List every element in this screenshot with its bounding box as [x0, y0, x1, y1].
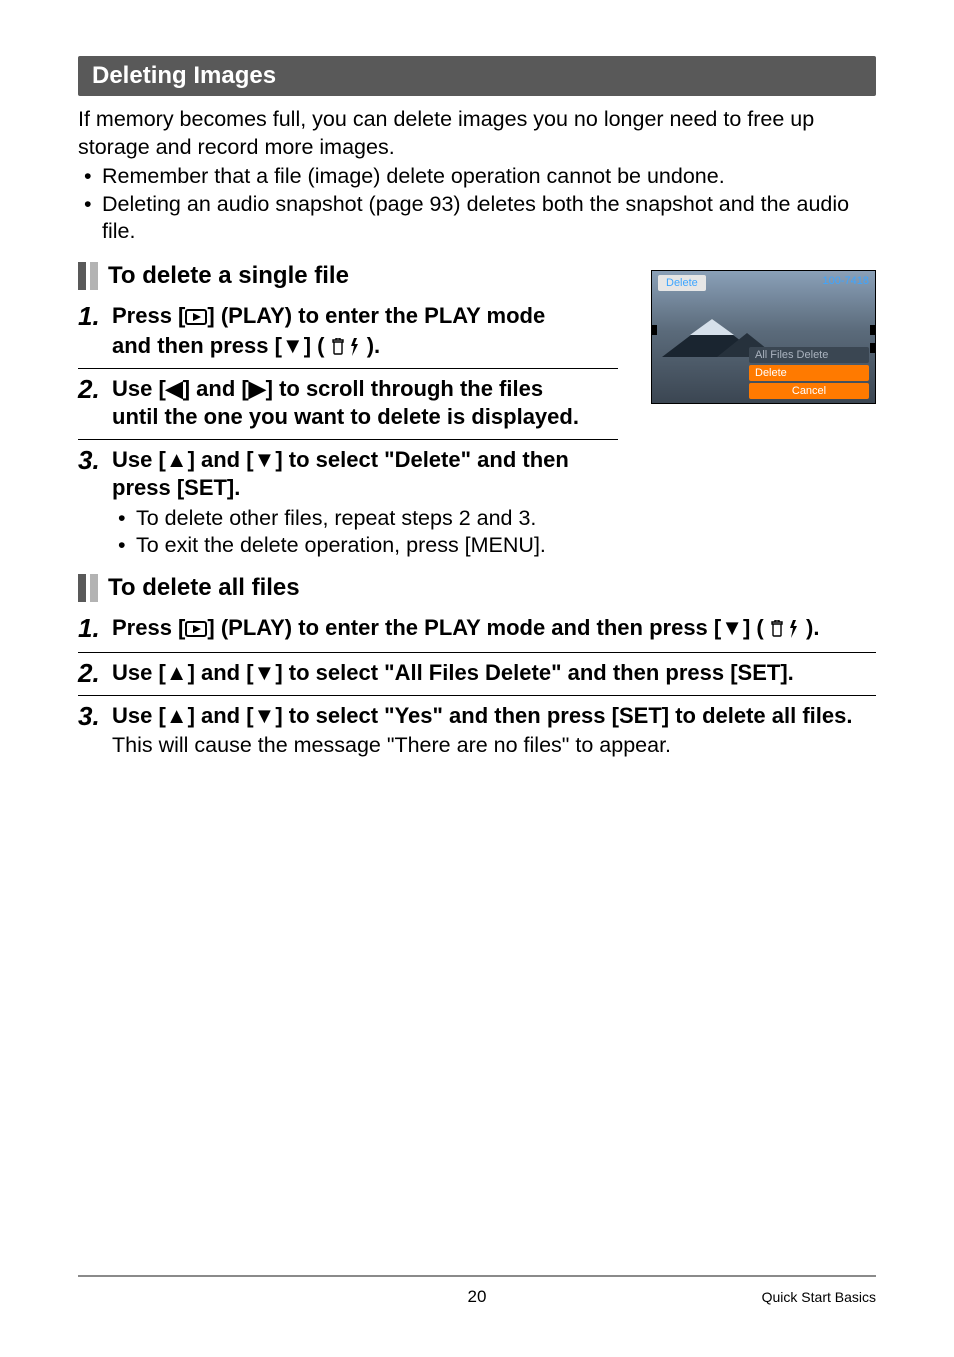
- step-number: 3.: [78, 702, 112, 760]
- divider: [78, 439, 618, 440]
- subheading-marker-icon: [78, 262, 98, 290]
- divider: [78, 695, 876, 696]
- step-1: 1. Press [] (PLAY) to enter the PLAY mod…: [78, 614, 876, 644]
- subheading-text: To delete all files: [108, 574, 300, 602]
- footer-divider: [78, 1275, 876, 1277]
- subheading-text: To delete a single file: [108, 262, 349, 290]
- divider: [78, 652, 876, 653]
- page-number: 20: [344, 1287, 610, 1307]
- step-number: 1.: [78, 302, 112, 360]
- step-number: 2.: [78, 659, 112, 688]
- subheading-marker-icon: [78, 574, 98, 602]
- menu-item-all-files-delete: All Files Delete: [749, 347, 869, 363]
- trash-flash-icon: [770, 620, 800, 638]
- step-text: Use [▲] and [▼] to select "All Files Del…: [112, 659, 876, 687]
- nav-right-icon: [870, 325, 876, 335]
- subheading-all-files: To delete all files: [78, 574, 876, 602]
- screenshot-file-id: 100-7418: [823, 275, 870, 287]
- play-button-icon: [185, 616, 207, 644]
- step-number: 1.: [78, 614, 112, 644]
- divider: [78, 368, 618, 369]
- menu-item-cancel: Cancel: [749, 383, 869, 399]
- nav-right-icon: [870, 343, 876, 353]
- nav-left-icon: [651, 325, 657, 335]
- list-item: Deleting an audio snapshot (page 93) del…: [78, 191, 876, 246]
- list-item: Remember that a file (image) delete oper…: [78, 163, 876, 191]
- step-text: Use [▲] and [▼] to select "Yes" and then…: [112, 702, 876, 730]
- step-2: 2. Use [▲] and [▼] to select "All Files …: [78, 659, 876, 688]
- section-heading: Deleting Images: [78, 56, 876, 96]
- step-text: Use [▲] and [▼] to select "Delete" and t…: [112, 446, 876, 502]
- delete-menu: All Files Delete Delete Cancel: [749, 345, 869, 399]
- step-number: 2.: [78, 375, 112, 431]
- list-item: To delete other files, repeat steps 2 an…: [112, 505, 876, 533]
- step-3: 3. Use [▲] and [▼] to select "Delete" an…: [78, 446, 876, 559]
- intro-paragraph: If memory becomes full, you can delete i…: [78, 106, 876, 161]
- camera-screenshot: Delete 100-7418 All Files Delete Delete …: [651, 270, 876, 404]
- screenshot-title-label: Delete: [658, 275, 706, 291]
- menu-item-delete: Delete: [749, 365, 869, 381]
- trash-flash-icon: [331, 338, 361, 356]
- step-text: Press [] (PLAY) to enter the PLAY mode a…: [112, 614, 876, 644]
- step-subtext: This will cause the message "There are n…: [112, 732, 876, 760]
- step-number: 3.: [78, 446, 112, 559]
- play-button-icon: [185, 304, 207, 332]
- list-item: To exit the delete operation, press [MEN…: [112, 532, 876, 560]
- intro-bullet-list: Remember that a file (image) delete oper…: [78, 163, 876, 246]
- step-sub-bullets: To delete other files, repeat steps 2 an…: [112, 505, 876, 560]
- step-3: 3. Use [▲] and [▼] to select "Yes" and t…: [78, 702, 876, 760]
- footer-breadcrumb: Quick Start Basics: [610, 1289, 876, 1305]
